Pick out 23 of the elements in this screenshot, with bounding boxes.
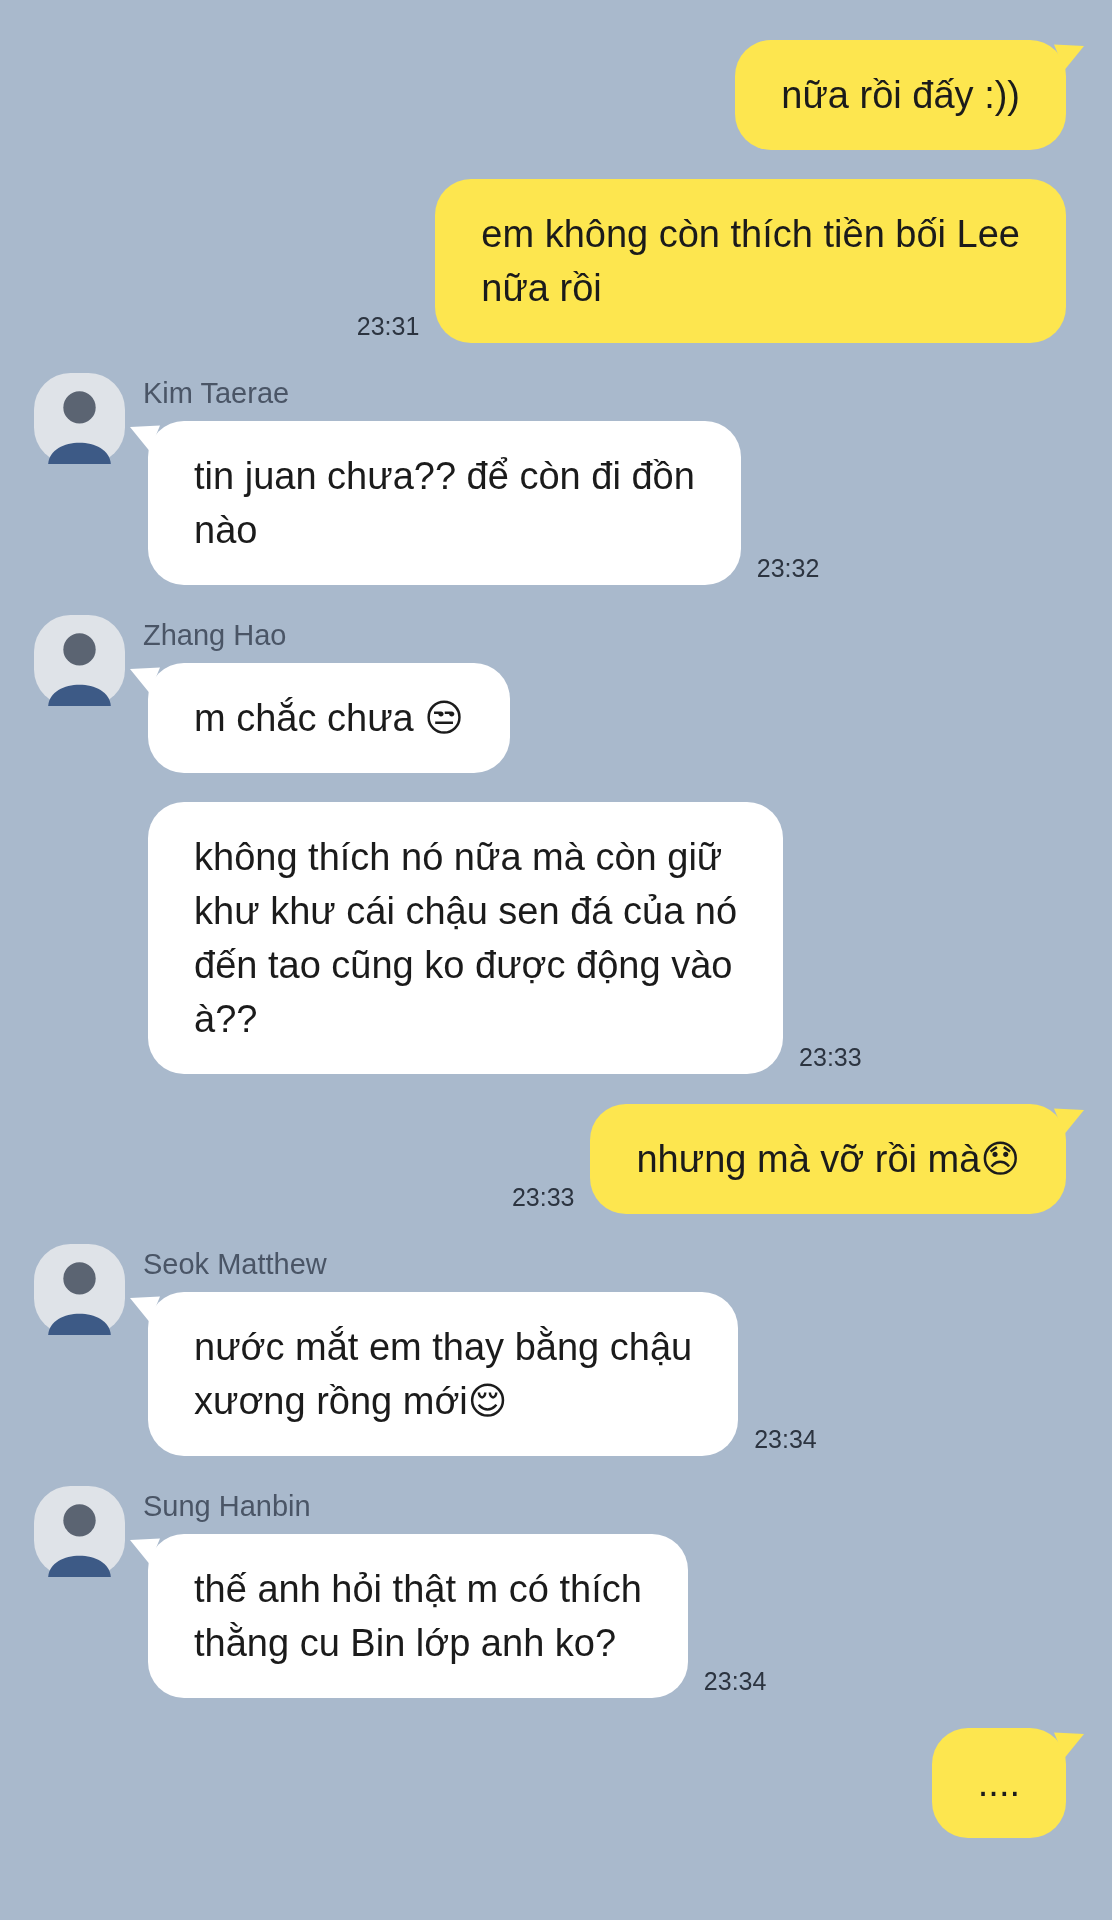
message-bubble: em không còn thích tiền bối Lee nữa rồi [435,179,1066,343]
message-time: 23:31 [356,311,420,341]
sender-name: Kim Taerae [143,376,291,410]
avatar-icon[interactable] [34,615,125,706]
sender-name: Seok Matthew [143,1247,328,1281]
message-time: 23:33 [511,1182,575,1212]
message-bubble: nữa rồi đấy :)) [735,40,1066,150]
message-time: 23:34 [754,1424,817,1454]
avatar-icon[interactable] [34,1244,125,1335]
message-time: 23:34 [703,1666,767,1696]
message-time: 23:32 [756,553,820,583]
sender-name: Sung Hanbin [143,1489,312,1523]
sender-name: Zhang Hao [143,618,288,652]
message-bubble: m chắc chưa 😒 [148,663,510,773]
message-bubble: .... [931,1728,1066,1838]
avatar-icon[interactable] [34,373,125,464]
message-bubble: không thích nó nữa mà còn giữ khư khư cái chậu sen đá của nó đến tao cũng ko được động vào à?? [148,802,784,1074]
message-time: 23:33 [799,1042,862,1072]
message-bubble: thế anh hỏi thật m có thích thằng cu Bin lớp anh ko? [148,1534,688,1698]
message-bubble: nước mắt em thay bằng chậu xương rồng mới😌 [148,1292,739,1456]
message-bubble: tin juan chưa?? để còn đi đồn nào [148,421,741,585]
avatar-icon[interactable] [34,1486,125,1577]
message-bubble: nhưng mà vỡ rồi mà😞 [590,1104,1066,1214]
